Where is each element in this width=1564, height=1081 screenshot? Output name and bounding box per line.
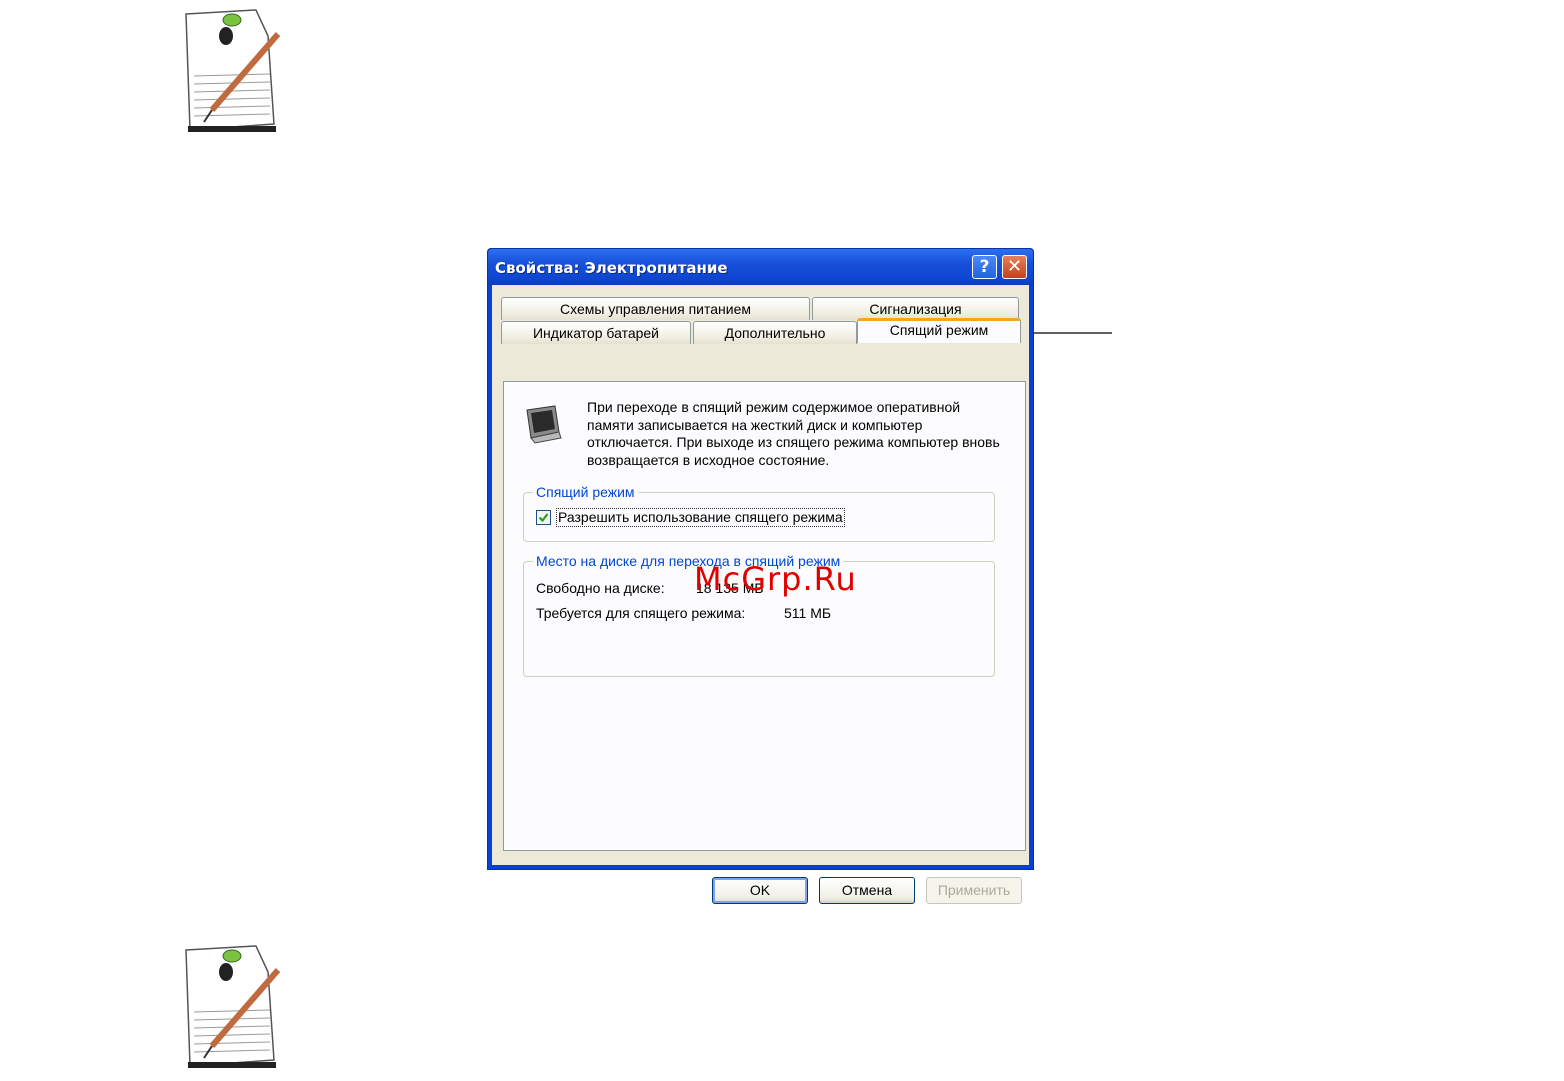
enable-hibernate-checkbox[interactable] (536, 510, 551, 525)
ok-button[interactable]: OK (712, 877, 808, 904)
power-options-dialog: Свойства: Электропитание ? ✕ Схемы управ… (487, 248, 1034, 904)
hibernate-groupbox: Спящий режим Разрешить использование спя… (523, 483, 995, 542)
apply-button[interactable]: Применить (926, 877, 1022, 904)
cancel-button[interactable]: Отмена (819, 877, 915, 904)
required-space-label: Требуется для спящего режима: (536, 605, 746, 621)
hibernate-tab-panel: При переходе в спящий режим содержимое о… (503, 381, 1026, 851)
hibernate-description: При переходе в спящий режим содержимое о… (587, 399, 1000, 468)
tab-hibernate[interactable]: Спящий режим (857, 318, 1021, 343)
disk-space-groupbox: Место на диске для перехода в спящий реж… (523, 552, 995, 677)
hibernate-monitor-icon (521, 402, 565, 446)
tab-power-schemes[interactable]: Схемы управления питанием (501, 297, 810, 320)
title-bar[interactable]: Свойства: Электропитание ? ✕ (488, 249, 1033, 285)
checkmark-icon (538, 513, 549, 523)
note-icon (182, 942, 282, 1072)
hibernate-group-title: Спящий режим (533, 483, 638, 501)
help-button[interactable]: ? (972, 255, 997, 279)
required-space-value: 511 МБ (784, 605, 832, 621)
enable-hibernate-label[interactable]: Разрешить использование спящего режима (556, 508, 845, 527)
dialog-client-area: Схемы управления питанием Сигнализация И… (492, 285, 1029, 904)
watermark: McGrp.Ru (694, 560, 857, 598)
close-button[interactable]: ✕ (1002, 255, 1027, 279)
free-space-label: Свободно на диске: (536, 580, 665, 596)
dialog-title: Свойства: Электропитание (495, 259, 728, 277)
tab-battery-meter[interactable]: Индикатор батарей (501, 321, 691, 344)
note-icon (182, 6, 282, 136)
tab-advanced[interactable]: Дополнительно (693, 321, 857, 344)
tab-alarms[interactable]: Сигнализация (812, 297, 1019, 320)
